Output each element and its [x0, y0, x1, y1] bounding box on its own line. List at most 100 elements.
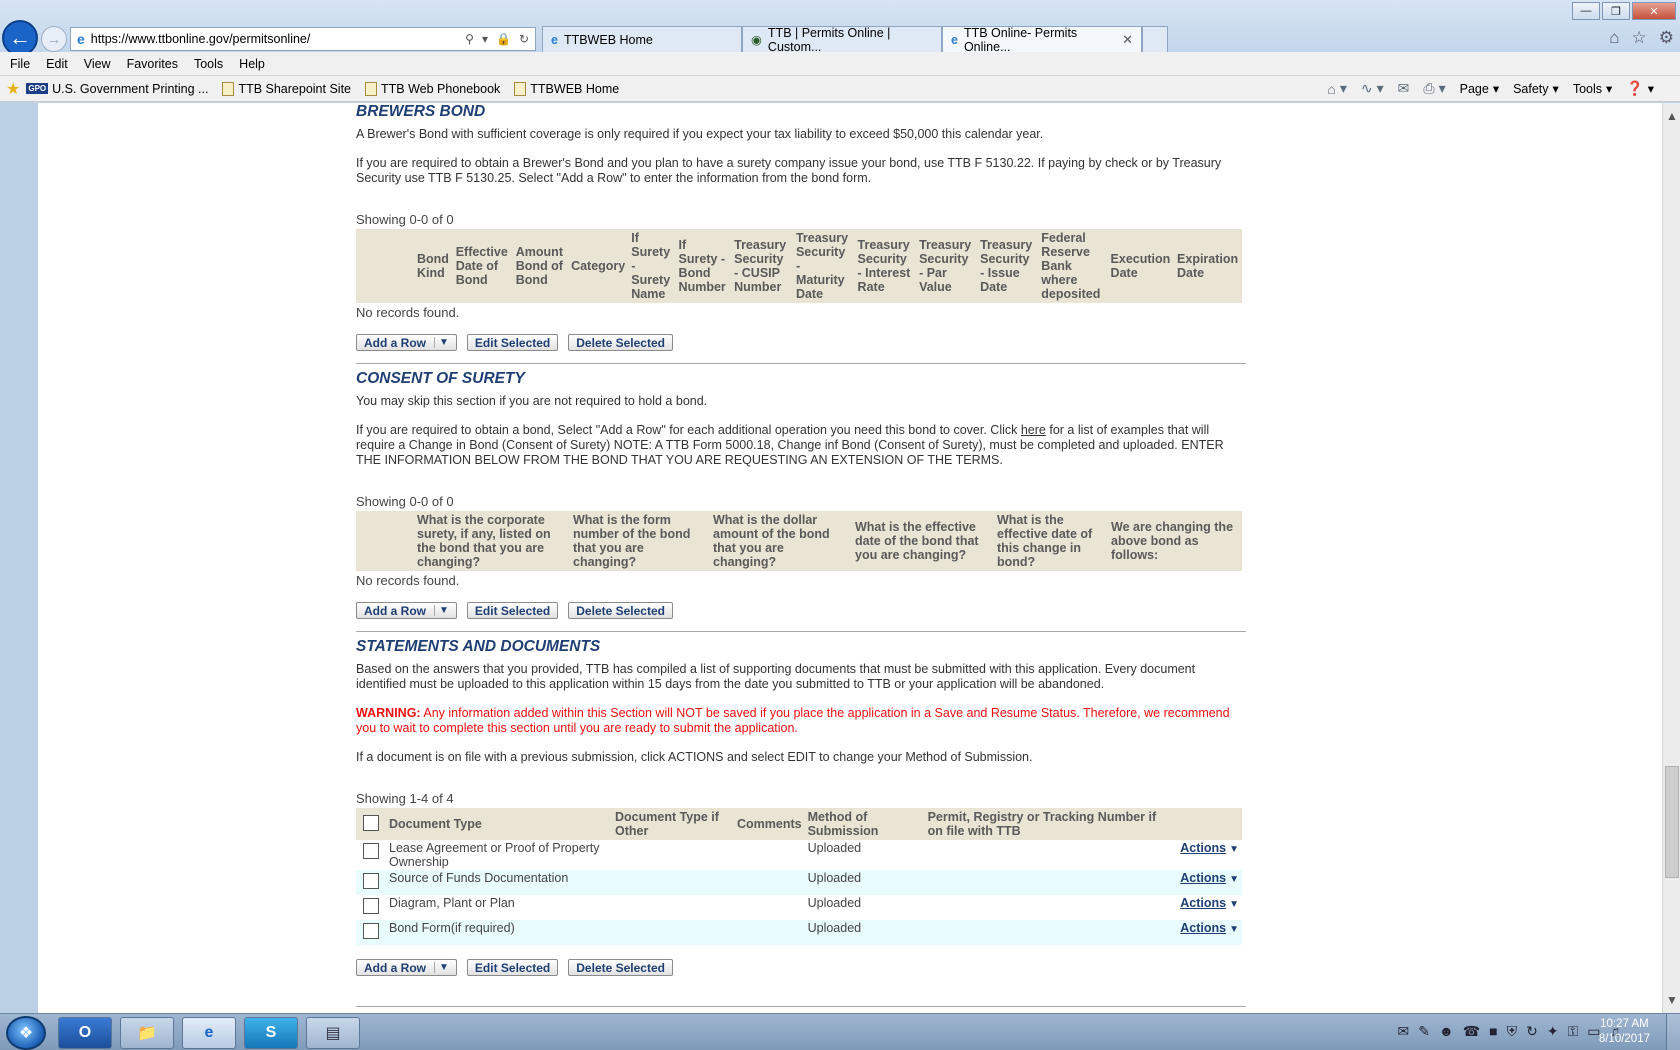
- column-header[interactable]: Execution Date: [1107, 229, 1175, 303]
- column-header[interactable]: Amount Bond of Bond: [512, 229, 569, 303]
- actions-menu[interactable]: Actions ▼: [1180, 871, 1239, 885]
- taskbar-clock[interactable]: 10:27 AM 8/10/2017: [1599, 1017, 1650, 1047]
- column-header[interactable]: What is the effective date of the bond t…: [852, 511, 994, 571]
- url-text[interactable]: https://www.ttbonline.gov/permitsonline/: [91, 32, 465, 46]
- fav-ttb-phonebook[interactable]: TTB Web Phonebook: [365, 81, 500, 96]
- tools-menu[interactable]: Tools ▾: [1573, 81, 1612, 97]
- favorites-star-icon[interactable]: ★: [6, 79, 20, 99]
- vertical-scrollbar[interactable]: ▲ ▼: [1662, 103, 1680, 1013]
- edit-selected-button[interactable]: Edit Selected: [466, 334, 559, 351]
- dropdown-icon[interactable]: ▾: [482, 32, 488, 46]
- actions-menu[interactable]: Actions ▼: [1180, 896, 1239, 910]
- column-header[interactable]: Document Type: [386, 808, 612, 840]
- mail-command[interactable]: ✉: [1398, 80, 1410, 97]
- column-header[interactable]: Treasury Security - Maturity Date: [792, 229, 855, 303]
- column-header[interactable]: Expiration Date: [1174, 229, 1242, 303]
- new-tab-button[interactable]: [1142, 26, 1168, 52]
- outlook-tray-icon[interactable]: ✉: [1398, 1023, 1410, 1040]
- column-header[interactable]: What is the effective date of this chang…: [994, 511, 1108, 571]
- column-header[interactable]: Treasury Security - Issue Date: [977, 229, 1039, 303]
- scroll-thumb[interactable]: [1665, 766, 1679, 878]
- column-header[interactable]: Treasury Security - Interest Rate: [854, 229, 917, 303]
- fav-ttb-sharepoint[interactable]: TTB Sharepoint Site: [222, 81, 351, 96]
- shield-tray-icon[interactable]: ⛨: [1507, 1023, 1518, 1040]
- actions-menu[interactable]: Actions ▼: [1180, 841, 1239, 855]
- column-header[interactable]: What is the form number of the bond that…: [570, 511, 710, 571]
- internet-explorer-taskbar-icon[interactable]: e: [182, 1017, 236, 1049]
- tab-permits-online-custom[interactable]: ◉ TTB | Permits Online | Custom...: [742, 26, 942, 54]
- delete-selected-button[interactable]: Delete Selected: [568, 602, 673, 619]
- edit-selected-button[interactable]: Edit Selected: [466, 959, 559, 976]
- favorites-star-icon[interactable]: ☆: [1632, 28, 1647, 48]
- outlook-taskbar-icon[interactable]: O: [58, 1017, 112, 1049]
- menu-tools[interactable]: Tools: [194, 57, 223, 71]
- skype-tray-icon[interactable]: ☎: [1463, 1023, 1480, 1040]
- forward-button[interactable]: →: [41, 26, 67, 52]
- show-desktop-button[interactable]: [1666, 1014, 1680, 1050]
- menu-favorites[interactable]: Favorites: [127, 57, 178, 71]
- menu-file[interactable]: File: [10, 57, 30, 71]
- drive-tray-icon[interactable]: ■: [1489, 1023, 1497, 1040]
- column-header[interactable]: Bond Kind: [414, 229, 453, 303]
- chevron-down-icon[interactable]: ▼: [434, 337, 449, 348]
- search-icon[interactable]: ⚲: [465, 32, 474, 46]
- delete-selected-button[interactable]: Delete Selected: [568, 959, 673, 976]
- start-button[interactable]: ❖: [6, 1016, 46, 1050]
- skype-taskbar-icon[interactable]: S: [244, 1017, 298, 1049]
- row-checkbox[interactable]: [363, 898, 379, 914]
- scroll-down-icon[interactable]: ▼: [1666, 993, 1678, 1007]
- actions-menu[interactable]: Actions ▼: [1180, 921, 1239, 935]
- column-header[interactable]: Document Type if Other: [612, 808, 734, 840]
- key-tray-icon[interactable]: ⚿: [1568, 1023, 1579, 1040]
- column-header[interactable]: Permit, Registry or Tracking Number if o…: [924, 808, 1175, 840]
- column-header[interactable]: If Surety - Bond Number: [675, 229, 732, 303]
- close-tab-icon[interactable]: ✕: [1122, 32, 1133, 48]
- column-header[interactable]: Category: [568, 229, 629, 303]
- examples-link[interactable]: here: [1021, 423, 1046, 437]
- column-header[interactable]: What is the corporate surety, if any, li…: [414, 511, 570, 571]
- help-command[interactable]: ❓ ▾: [1626, 80, 1654, 97]
- refresh-icon[interactable]: ↻: [519, 32, 529, 46]
- add-row-button[interactable]: Add a Row ▼: [356, 959, 457, 976]
- row-checkbox[interactable]: [363, 923, 379, 939]
- print-command[interactable]: ⎙ ▾: [1423, 80, 1445, 97]
- file-explorer-taskbar-icon[interactable]: 📁: [120, 1017, 174, 1049]
- gear-icon[interactable]: ⚙: [1659, 28, 1674, 48]
- row-checkbox[interactable]: [363, 843, 379, 859]
- column-header[interactable]: Effective Date of Bond: [452, 229, 513, 303]
- select-all-checkbox[interactable]: [363, 814, 379, 831]
- scroll-up-icon[interactable]: ▲: [1666, 109, 1678, 123]
- chevron-down-icon[interactable]: ▼: [434, 962, 449, 973]
- add-row-button[interactable]: Add a Row ▼: [356, 602, 457, 619]
- back-button[interactable]: ←: [2, 20, 38, 56]
- column-header[interactable]: Treasury Security - Par Value: [916, 229, 978, 303]
- notepad-tray-icon[interactable]: ✎: [1418, 1023, 1430, 1040]
- delete-selected-button[interactable]: Delete Selected: [568, 334, 673, 351]
- column-header[interactable]: If Surety - Surety Name: [628, 229, 676, 303]
- edit-selected-button[interactable]: Edit Selected: [466, 602, 559, 619]
- column-header[interactable]: Comments: [734, 808, 805, 840]
- close-window-button[interactable]: ✕: [1632, 2, 1676, 20]
- address-bar[interactable]: e https://www.ttbonline.gov/permitsonlin…: [70, 27, 536, 51]
- network-tray-icon[interactable]: ✦: [1547, 1023, 1559, 1040]
- home-command[interactable]: ⌂ ▾: [1327, 80, 1347, 97]
- column-header[interactable]: Treasury Security - CUSIP Number: [731, 229, 793, 303]
- sync-tray-icon[interactable]: ↻: [1526, 1023, 1538, 1040]
- column-header[interactable]: What is the dollar amount of the bond th…: [710, 511, 852, 571]
- app-window-taskbar-icon[interactable]: ▤: [306, 1017, 360, 1049]
- chevron-down-icon[interactable]: ▼: [434, 605, 449, 616]
- page-menu[interactable]: Page ▾: [1460, 81, 1499, 97]
- row-checkbox[interactable]: [363, 873, 379, 889]
- lock-icon[interactable]: 🔒: [496, 32, 511, 46]
- tab-ttb-online-permits[interactable]: e TTB Online- Permits Online... ✕: [942, 26, 1142, 54]
- add-row-button[interactable]: Add a Row ▼: [356, 334, 457, 351]
- menu-help[interactable]: Help: [239, 57, 265, 71]
- column-header[interactable]: We are changing the above bond as follow…: [1108, 511, 1242, 571]
- fav-gpo[interactable]: GPO U.S. Government Printing ...: [26, 82, 208, 96]
- fav-ttbweb-home[interactable]: TTBWEB Home: [514, 81, 619, 96]
- feeds-command[interactable]: ∿ ▾: [1361, 80, 1384, 97]
- column-header[interactable]: Federal Reserve Bank where deposited: [1038, 229, 1108, 303]
- menu-edit[interactable]: Edit: [46, 57, 68, 71]
- user-tray-icon[interactable]: ☻: [1439, 1023, 1454, 1040]
- restore-button[interactable]: ❐: [1602, 2, 1630, 20]
